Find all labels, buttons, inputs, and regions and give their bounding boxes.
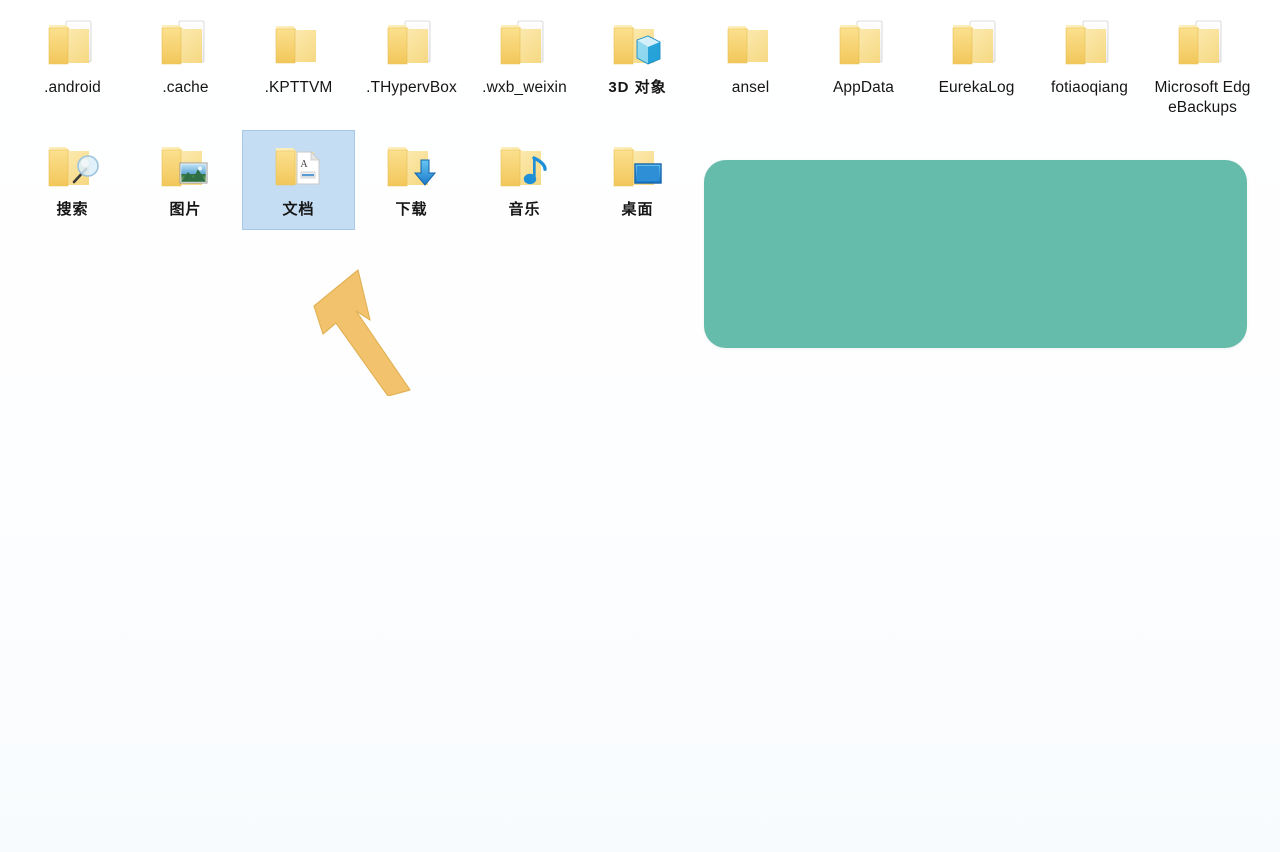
folder-icon (946, 14, 1008, 72)
folder-item-label: fotiaoqiang (1051, 79, 1128, 96)
folder-item-fotiaoqiang[interactable]: fotiaoqiang (1033, 8, 1146, 118)
folder-item-label: 桌面 (621, 201, 654, 218)
folder-icon (833, 14, 895, 72)
folder-item-label: .cache (162, 79, 209, 96)
folder-icon (42, 14, 104, 72)
folder-icon (155, 14, 217, 72)
folder-item-label: 文档 (282, 201, 315, 218)
folder-empty-icon (268, 14, 330, 72)
folder-item-.android[interactable]: .android (16, 8, 129, 118)
folder-item-label: 3D 对象 (608, 79, 667, 96)
folder-item-.cache[interactable]: .cache (129, 8, 242, 118)
folder-pictures-icon (155, 136, 217, 194)
folder-item-EurekaLog[interactable]: EurekaLog (920, 8, 1033, 118)
folder-item-3D-对象[interactable]: 3D 对象 (581, 8, 694, 118)
folder-icon (1059, 14, 1121, 72)
folder-item-label: .android (44, 79, 101, 96)
folder-item-label: Microsoft EdgeBackups (1154, 79, 1251, 116)
folder-search-icon (42, 136, 104, 194)
folder-item-搜索[interactable]: 搜索 (16, 130, 129, 230)
folder-item-label: ansel (731, 79, 770, 96)
folder-downloads-icon (381, 136, 443, 194)
folder-item-label: .KPTTVM (264, 79, 333, 96)
folder-item-图片[interactable]: 图片 (129, 130, 242, 230)
folder-item-label: AppData (832, 79, 895, 96)
folder-item-.wxb_weixin[interactable]: .wxb_weixin (468, 8, 581, 118)
folder-item-ansel[interactable]: ansel (694, 8, 807, 118)
folder-desktop-icon (607, 136, 669, 194)
folder-item-Microsoft-EdgeBackups[interactable]: Microsoft EdgeBackups (1146, 8, 1259, 118)
grid-row: .android .cache .KPTTVM .THypervBox .wxb… (16, 8, 1280, 118)
folder-item-文档[interactable]: A 文档 (242, 130, 355, 230)
folder-item-.THypervBox[interactable]: .THypervBox (355, 8, 468, 118)
folder-icon (494, 14, 556, 72)
folder-icon (1172, 14, 1234, 72)
green-callout-box (704, 160, 1247, 348)
folder-icon (381, 14, 443, 72)
desktop-folder-view[interactable]: .android .cache .KPTTVM .THypervBox .wxb… (0, 0, 1280, 852)
folder-item-桌面[interactable]: 桌面 (581, 130, 694, 230)
folder-item-label: 搜索 (56, 201, 89, 218)
folder-music-icon (494, 136, 556, 194)
arrow-pointer-icon (306, 268, 422, 397)
folder-empty-icon (720, 14, 782, 72)
grid-row-spacer (16, 118, 1280, 130)
folder-documents-icon: A (268, 136, 330, 194)
folder-item-AppData[interactable]: AppData (807, 8, 920, 118)
folder-3d-objects-icon (607, 14, 669, 72)
folder-item-label: .THypervBox (366, 79, 457, 96)
folder-item-label: 音乐 (508, 201, 541, 218)
folder-item-label: EurekaLog (938, 79, 1015, 96)
svg-text:A: A (300, 159, 308, 170)
folder-item-.KPTTVM[interactable]: .KPTTVM (242, 8, 355, 118)
folder-item-label: 下载 (395, 201, 428, 218)
folder-item-label: .wxb_weixin (482, 79, 567, 96)
folder-item-音乐[interactable]: 音乐 (468, 130, 581, 230)
folder-item-下载[interactable]: 下载 (355, 130, 468, 230)
folder-item-label: 图片 (169, 201, 202, 218)
